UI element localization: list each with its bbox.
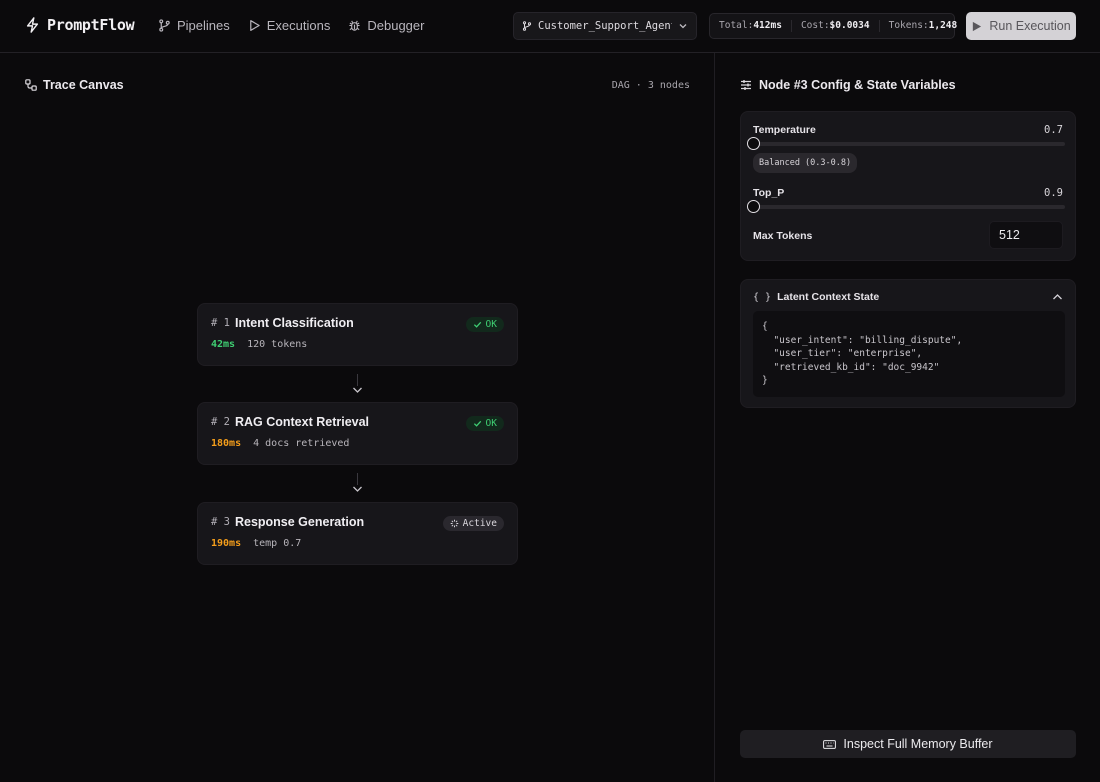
- top-p-slider[interactable]: [747, 200, 1065, 213]
- node-title: Intent Classification: [234, 316, 354, 330]
- temperature-value: 0.7: [1044, 124, 1063, 136]
- braces-icon: { }: [753, 291, 772, 303]
- node-title: RAG Context Retrieval: [234, 415, 370, 429]
- node-number: # 2: [211, 416, 230, 428]
- edge-connector: [357, 374, 358, 386]
- slider-thumb[interactable]: [747, 137, 760, 150]
- git-branch-icon: [522, 21, 532, 31]
- node-response-generation[interactable]: # 3 Response Generation Active 190ms tem…: [197, 502, 518, 565]
- max-tokens-input[interactable]: [989, 221, 1063, 249]
- top-p-value: 0.9: [1044, 187, 1063, 199]
- status-badge: OK: [465, 317, 504, 332]
- play-icon: [973, 21, 982, 31]
- max-tokens-row: Max Tokens: [753, 230, 812, 242]
- node-latency: 180ms: [211, 438, 242, 449]
- nav-label: Debugger: [367, 18, 425, 33]
- latent-context-card: { } Latent Context State { "user_intent"…: [740, 279, 1076, 408]
- slider-thumb[interactable]: [747, 200, 760, 213]
- status-badge: Active: [442, 516, 504, 531]
- context-json: { "user_intent": "billing_dispute", "use…: [753, 311, 1065, 397]
- edge-connector: [357, 473, 358, 485]
- temperature-label: Temperature: [753, 124, 816, 136]
- play-icon: [249, 20, 260, 31]
- node-detail: temp 0.7: [253, 538, 302, 549]
- chevron-down-icon: [679, 24, 687, 29]
- pipeline-name: Customer_Support_Agent_v3: [538, 20, 672, 32]
- top-header: PromptFlow Pipelines Executions Debugger…: [0, 0, 1100, 53]
- node-latency: 42ms: [211, 339, 236, 350]
- panel-divider: [714, 53, 715, 782]
- node-number: # 3: [211, 516, 230, 528]
- lightning-icon: [26, 17, 39, 33]
- pipeline-select[interactable]: Customer_Support_Agent_v3: [513, 12, 697, 40]
- chevron-up-icon[interactable]: [1052, 293, 1063, 301]
- max-tokens-label: Max Tokens: [753, 230, 813, 242]
- node-title: Response Generation: [234, 515, 365, 529]
- app-name: PromptFlow: [47, 16, 135, 34]
- node-intent-classification[interactable]: # 1 Intent Classification OK 42ms 120 to…: [197, 303, 518, 366]
- stat-tokens: Tokens:1,248: [888, 20, 958, 31]
- nav-debugger[interactable]: Debugger: [348, 18, 424, 33]
- loader-icon: [450, 519, 458, 528]
- node-detail: 120 tokens: [247, 339, 308, 350]
- workflow-icon: [25, 79, 37, 91]
- nav-label: Executions: [266, 18, 331, 33]
- execution-stats: Total:412ms Cost:$0.0034 Tokens:1,248: [709, 13, 957, 39]
- stat-total: Total:412ms: [710, 20, 792, 32]
- node-rag-context-retrieval[interactable]: # 2 RAG Context Retrieval OK 180ms 4 doc…: [197, 402, 518, 465]
- node-detail: 4 docs retrieved: [253, 438, 350, 449]
- inspect-memory-button[interactable]: Inspect Full Memory Buffer: [740, 730, 1076, 758]
- top-p-row: Top_P 0.9: [753, 187, 1063, 199]
- check-icon: [473, 321, 481, 328]
- node-latency: 190ms: [211, 538, 242, 549]
- temperature-row: Temperature 0.7: [753, 124, 1063, 136]
- git-branch-icon: [159, 19, 170, 32]
- canvas-title: Trace Canvas: [25, 78, 124, 92]
- canvas-meta: DAG · 3 nodes: [611, 80, 690, 91]
- keyboard-icon: [823, 739, 837, 749]
- sliders-icon: [741, 80, 751, 90]
- chevron-down-icon: [353, 486, 362, 492]
- bug-icon: [349, 20, 360, 31]
- panel-title: Node #3 Config & State Variables: [740, 78, 956, 92]
- nav-pipelines[interactable]: Pipelines: [158, 18, 230, 33]
- main-nav: Pipelines Executions Debugger: [158, 18, 424, 33]
- brand[interactable]: PromptFlow: [25, 16, 135, 34]
- stat-cost: Cost:$0.0034: [792, 20, 880, 32]
- context-title: Latent Context State: [777, 291, 880, 303]
- run-execution-button[interactable]: Run Execution: [966, 12, 1076, 40]
- check-icon: [473, 420, 481, 427]
- temperature-slider[interactable]: [747, 137, 1065, 150]
- node-config-card: Temperature 0.7 Balanced (0.3-0.8) Top_P…: [740, 111, 1076, 261]
- temperature-preset-chip: Balanced (0.3-0.8): [753, 153, 858, 173]
- top-p-label: Top_P: [753, 187, 785, 199]
- chevron-down-icon: [353, 387, 362, 393]
- context-header: { } Latent Context State: [753, 291, 879, 303]
- nav-executions[interactable]: Executions: [248, 18, 331, 33]
- node-number: # 1: [211, 317, 230, 329]
- nav-label: Pipelines: [177, 18, 230, 33]
- status-badge: OK: [465, 416, 504, 431]
